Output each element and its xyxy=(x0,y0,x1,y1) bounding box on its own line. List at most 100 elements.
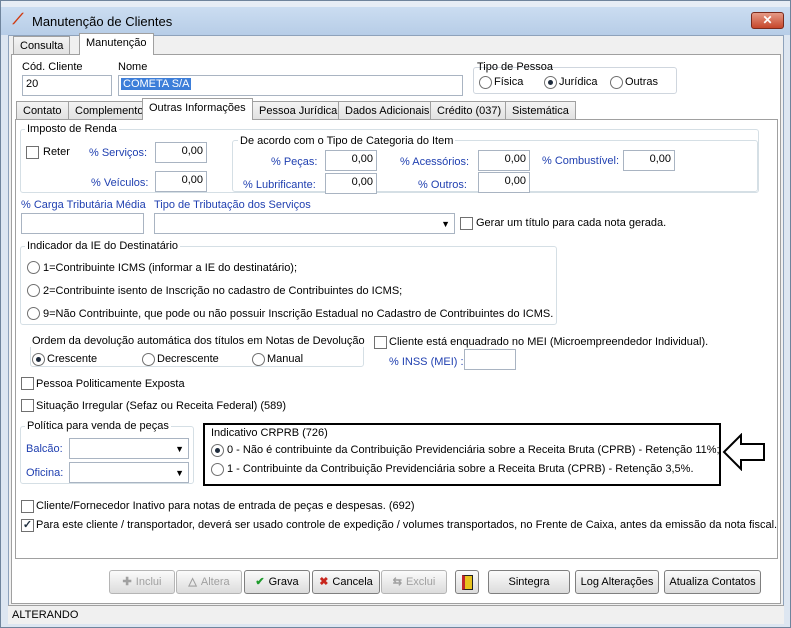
crprb-option-1-radio[interactable] xyxy=(211,463,224,476)
outros-input[interactable]: 0,00 xyxy=(478,172,530,193)
inclui-button[interactable]: ✚ Inclui xyxy=(109,570,175,594)
nome-input[interactable]: COMETA S/A xyxy=(118,75,463,96)
acessorios-label: % Acessórios: xyxy=(400,156,470,168)
devolucao-crescente-label: Crescente xyxy=(47,353,98,365)
tab-consulta[interactable]: Consulta xyxy=(13,36,71,55)
subtab-contato[interactable]: Contato xyxy=(16,101,69,120)
grava-label: Grava xyxy=(268,576,299,588)
cancel-x-icon: ✖ xyxy=(319,576,329,588)
tipo-pessoa-fisica-radio[interactable] xyxy=(479,76,492,89)
pessoa-politicamente-checkbox[interactable] xyxy=(21,377,34,390)
cancela-button[interactable]: ✖ Cancela xyxy=(312,570,380,594)
devolucao-decrescente-radio[interactable] xyxy=(142,353,155,366)
lubrificante-label: % Lubrificante: xyxy=(243,179,316,191)
tipo-tributacao-select[interactable]: ▼ xyxy=(154,213,455,234)
tab-manutencao[interactable]: Manutenção xyxy=(79,33,154,55)
balcao-label: Balcão: xyxy=(26,443,63,455)
controle-expedicao-label: Para este cliente / transportador, dever… xyxy=(36,519,778,531)
devolucao-manual-radio[interactable] xyxy=(252,353,265,366)
delete-icon: ⇆ xyxy=(392,576,402,588)
carga-tributaria-input[interactable] xyxy=(21,213,144,234)
nome-value: COMETA S/A xyxy=(121,78,192,90)
tipo-pessoa-label: Tipo de Pessoa xyxy=(477,61,554,73)
grava-button[interactable]: ✔ Grava xyxy=(244,570,310,594)
servicos-input[interactable]: 0,00 xyxy=(155,142,207,163)
tipo-tributacao-label: Tipo de Tributação dos Serviços xyxy=(154,199,311,211)
outros-label: % Outros: xyxy=(418,179,467,191)
mei-label: Cliente está enquadrado no MEI (Microemp… xyxy=(389,336,709,348)
cod-cliente-label: Cód. Cliente xyxy=(22,61,83,73)
combustivel-label: % Combustível: xyxy=(542,155,620,167)
outras-informacoes-panel: Imposto de Renda Reter % Serviços: 0,00 … xyxy=(15,119,778,559)
cancela-label: Cancela xyxy=(332,576,373,588)
ie-option-9-label: 9=Não Contribuinte, que pode ou não poss… xyxy=(43,308,554,320)
subtab-pessoa-juridica[interactable]: Pessoa Jurídica xyxy=(252,101,345,120)
exit-door-icon xyxy=(461,574,473,590)
status-bar: ALTERANDO xyxy=(8,605,784,624)
politica-title: Política para venda de peças xyxy=(25,420,171,432)
sintegra-button[interactable]: Sintegra xyxy=(488,570,570,594)
cod-cliente-input[interactable]: 20 xyxy=(22,75,112,96)
plus-icon: ✚ xyxy=(122,576,132,588)
chevron-down-icon: ▼ xyxy=(175,444,184,454)
ie-option-1-radio[interactable] xyxy=(27,261,40,274)
pecas-label: % Peças: xyxy=(271,156,318,168)
mei-checkbox[interactable] xyxy=(374,336,387,349)
inclui-label: Inclui xyxy=(135,576,162,588)
crprb-option-1-label: 1 - Contribuinte da Contribuição Previde… xyxy=(227,463,694,475)
situacao-irregular-checkbox[interactable] xyxy=(21,399,34,412)
oficina-label: Oficina: xyxy=(26,467,64,479)
oficina-select[interactable]: ▼ xyxy=(69,462,189,483)
subtab-credito[interactable]: Crédito (037) xyxy=(430,101,509,120)
balcao-select[interactable]: ▼ xyxy=(69,438,189,459)
window: ⟋ Manutenção de Clientes ✕ Consulta Manu… xyxy=(0,0,791,628)
chevron-down-icon: ▼ xyxy=(175,468,184,478)
devolucao-manual-label: Manual xyxy=(267,353,304,365)
crprb-option-0-label: 0 - Não é contribuinte da Contribuição P… xyxy=(227,444,720,456)
gerar-titulo-checkbox[interactable] xyxy=(460,217,473,230)
devolucao-title: Ordem da devolução automática dos título… xyxy=(30,335,367,347)
subtab-outras-informacoes[interactable]: Outras Informações xyxy=(142,98,253,120)
devolucao-decrescente-label: Decrescente xyxy=(157,353,219,365)
log-alteracoes-button[interactable]: Log Alterações xyxy=(575,570,659,594)
altera-button[interactable]: △ Altera xyxy=(176,570,242,594)
background-window-strip xyxy=(1,1,790,7)
close-button[interactable]: ✕ xyxy=(751,12,784,29)
combustivel-input[interactable]: 0,00 xyxy=(623,150,675,171)
pessoa-politicamente-label: Pessoa Politicamente Exposta xyxy=(36,378,185,390)
chevron-down-icon: ▼ xyxy=(441,219,450,229)
devolucao-crescente-radio[interactable] xyxy=(32,353,45,366)
inss-mei-label: % INSS (MEI) : xyxy=(389,356,464,368)
pecas-input[interactable]: 0,00 xyxy=(325,150,377,171)
ie-option-9-radio[interactable] xyxy=(27,307,40,320)
callout-arrow-icon xyxy=(722,433,765,471)
subtab-complemento[interactable]: Complemento xyxy=(68,101,151,120)
tipo-pessoa-juridica-radio[interactable] xyxy=(544,76,557,89)
subtab-sistematica[interactable]: Sistemática xyxy=(505,101,576,120)
categoria-title: De acordo com o Tipo de Categoria do Ite… xyxy=(238,135,456,147)
veiculos-label: % Veículos: xyxy=(91,177,149,189)
inss-mei-input[interactable] xyxy=(464,349,516,370)
acessorios-input[interactable]: 0,00 xyxy=(478,150,530,171)
reter-label: Reter xyxy=(43,146,70,158)
controle-expedicao-checkbox[interactable]: ✓ xyxy=(21,519,34,532)
lubrificante-input[interactable]: 0,00 xyxy=(325,173,377,194)
tipo-pessoa-outras-radio[interactable] xyxy=(610,76,623,89)
tipo-pessoa-fisica-label: Física xyxy=(494,76,524,88)
exit-door-button[interactable] xyxy=(455,570,479,594)
atualiza-contatos-button[interactable]: Atualiza Contatos xyxy=(664,570,761,594)
ie-option-2-radio[interactable] xyxy=(27,284,40,297)
ie-option-1-label: 1=Contribuinte ICMS (informar a IE do de… xyxy=(43,262,298,274)
crprb-option-0-radio[interactable] xyxy=(211,444,224,457)
exclui-button[interactable]: ⇆ Exclui xyxy=(381,570,447,594)
veiculos-input[interactable]: 0,00 xyxy=(155,171,207,192)
window-title: Manutenção de Clientes xyxy=(32,14,173,29)
servicos-label: % Serviços: xyxy=(89,147,148,159)
altera-label: Altera xyxy=(200,576,230,588)
cliente-inativo-checkbox[interactable] xyxy=(21,500,34,513)
gerar-titulo-label: Gerar um título para cada nota gerada. xyxy=(476,217,667,229)
title-bar[interactable]: ⟋ Manutenção de Clientes ✕ xyxy=(1,1,790,35)
reter-checkbox[interactable] xyxy=(26,146,39,159)
subtab-dados-adicionais[interactable]: Dados Adicionais xyxy=(338,101,437,120)
checkmark-icon: ✔ xyxy=(255,576,265,588)
